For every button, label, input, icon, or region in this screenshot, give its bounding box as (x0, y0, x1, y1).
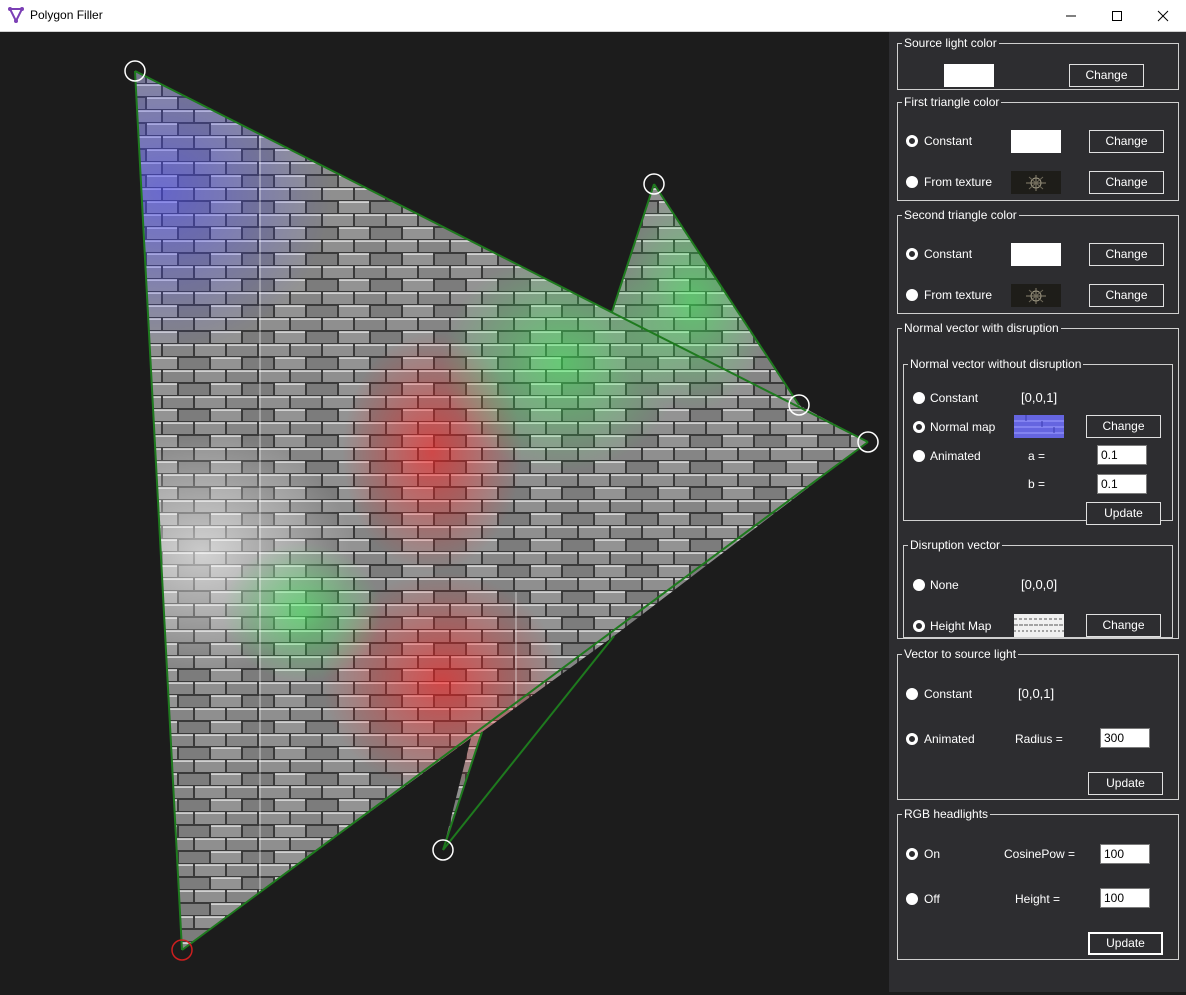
radio-constant[interactable] (906, 688, 918, 700)
group-title: RGB headlights (904, 807, 989, 821)
radio-label: Constant (924, 687, 973, 701)
cosinepow-input[interactable] (1100, 844, 1150, 864)
group-title: Disruption vector (910, 538, 1001, 552)
maximize-button[interactable] (1094, 0, 1140, 31)
window-title: Polygon Filler (30, 8, 103, 22)
texture-thumbnail (1011, 171, 1061, 194)
radio-label: Constant (924, 247, 973, 261)
radio-label: Normal map (930, 420, 996, 434)
group-title: Normal vector with disruption (904, 321, 1059, 335)
height-label: Height = (1015, 892, 1061, 906)
normal-map-thumbnail (1014, 415, 1064, 438)
app-logo-icon (8, 7, 24, 23)
group-title: Second triangle color (904, 208, 1017, 222)
radio-label: None (930, 578, 959, 592)
radio-animated[interactable] (913, 450, 925, 462)
a-input[interactable] (1097, 445, 1147, 465)
change-normal-map-button[interactable]: Change (1086, 415, 1161, 438)
change-texture-button[interactable]: Change (1089, 171, 1164, 194)
normal-vector-group: Normal vector with disruption Normal vec… (897, 321, 1179, 639)
radio-label: On (924, 847, 941, 861)
polygon-drawing (124, 60, 879, 961)
radius-input[interactable] (1100, 728, 1150, 748)
update-headlights-button[interactable]: Update (1088, 932, 1163, 955)
title-bar: Polygon Filler (0, 0, 1186, 32)
radio-label: Off (924, 892, 940, 906)
radio-none[interactable] (913, 579, 925, 591)
texture-preview-icon (1026, 288, 1046, 304)
disruption-vector-group: Disruption vector None [0,0,0] Height Ma… (903, 538, 1173, 638)
vector-to-source-light-group: Vector to source light Constant [0,0,1] … (897, 647, 1179, 800)
close-button[interactable] (1140, 0, 1186, 31)
change-texture-button[interactable]: Change (1089, 284, 1164, 307)
triangle-color-swatch (1011, 243, 1061, 266)
rgb-headlights-group: RGB headlights On CosinePow = Off Height… (897, 807, 1179, 960)
update-normal-button[interactable]: Update (1086, 502, 1161, 525)
close-icon (1157, 10, 1169, 22)
group-title: Vector to source light (904, 647, 1017, 661)
radius-label: Radius = (1015, 732, 1063, 746)
second-triangle-color-group: Second triangle color Constant Change Fr… (897, 208, 1179, 314)
texture-thumbnail (1011, 284, 1061, 307)
radio-from-texture[interactable] (906, 289, 918, 301)
radio-on[interactable] (906, 848, 918, 860)
triangle-color-swatch (1011, 130, 1061, 153)
group-title: Normal vector without disruption (910, 357, 1082, 371)
radio-label: Constant (924, 134, 973, 148)
maximize-icon (1112, 11, 1122, 21)
disruption-none-value: [0,0,0] (1021, 577, 1058, 592)
height-map-thumbnail (1014, 614, 1064, 637)
radio-label: Constant (930, 391, 979, 405)
radio-normal-map[interactable] (913, 421, 925, 433)
change-light-color-button[interactable]: Change (1069, 64, 1144, 87)
source-light-color-group: Source light color Change (897, 36, 1179, 90)
group-title: First triangle color (904, 95, 1000, 109)
change-constant-color-button[interactable]: Change (1089, 130, 1164, 153)
height-input[interactable] (1100, 888, 1150, 908)
first-triangle-color-group: First triangle color Constant Change Fro… (897, 95, 1179, 201)
radio-from-texture[interactable] (906, 176, 918, 188)
radio-off[interactable] (906, 893, 918, 905)
light-constant-value: [0,0,1] (1018, 686, 1055, 701)
polygon-canvas[interactable] (2, 32, 888, 992)
radio-constant[interactable] (913, 392, 925, 404)
normal-without-disruption-group: Normal vector without disruption Constan… (903, 357, 1173, 525)
radio-constant[interactable] (906, 248, 918, 260)
minimize-icon (1066, 15, 1076, 17)
a-label: a = (1028, 449, 1046, 463)
minimize-button[interactable] (1048, 0, 1094, 31)
texture-preview-icon (1026, 175, 1046, 191)
height-map-preview-icon (1014, 614, 1064, 637)
b-input[interactable] (1097, 474, 1147, 494)
radio-constant[interactable] (906, 135, 918, 147)
update-light-vector-button[interactable]: Update (1088, 772, 1163, 795)
radio-animated[interactable] (906, 733, 918, 745)
b-label: b = (1028, 477, 1046, 491)
change-height-map-button[interactable]: Change (1086, 614, 1161, 637)
cosinepow-label: CosinePow = (1004, 847, 1076, 861)
radio-height-map[interactable] (913, 620, 925, 632)
normal-map-preview-icon (1014, 415, 1064, 438)
radio-label: From texture (924, 288, 993, 302)
radio-label: Height Map (930, 619, 992, 633)
group-title: Source light color (904, 36, 997, 50)
change-constant-color-button[interactable]: Change (1089, 243, 1164, 266)
constant-normal-value: [0,0,1] (1021, 390, 1058, 405)
radio-label: From texture (924, 175, 993, 189)
settings-panel: Source light color Change First triangle… (889, 32, 1186, 992)
radio-label: Animated (924, 732, 975, 746)
light-color-swatch (944, 64, 994, 87)
radio-label: Animated (930, 449, 981, 463)
